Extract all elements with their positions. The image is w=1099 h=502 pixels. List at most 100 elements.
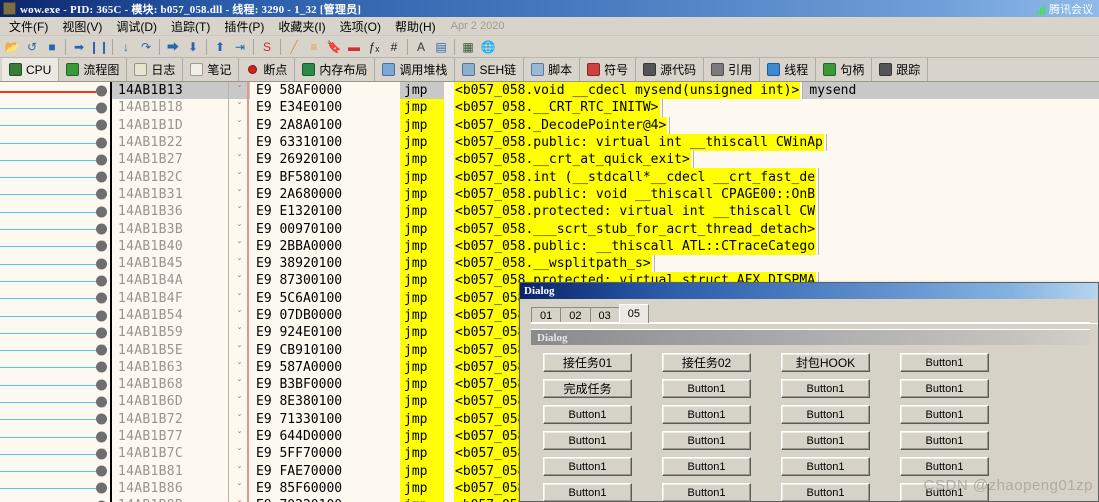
menu-plugins[interactable]: 插件(P) [217,17,271,36]
step-over-icon[interactable]: ↷ [136,37,156,57]
dialog-button-16[interactable]: Button1 [900,431,989,450]
breakpoint-dot-icon[interactable] [96,379,107,391]
breakpoint-dot-icon[interactable] [96,413,107,425]
patch-icon[interactable]: ╱ [284,37,304,57]
disasm-row[interactable]: 14AB1B31 ˇ E9 2A680000 jmp <b057_058.public:… [0,185,1099,204]
dialog-button-18[interactable]: Button1 [662,457,751,476]
breakpoint-dot-icon[interactable] [96,327,107,339]
dialog-button-22[interactable]: Button1 [662,483,751,501]
breakpoint-dot-icon[interactable] [96,171,107,183]
dialog-button-3[interactable]: 封包HOOK [781,353,870,372]
disasm-row[interactable]: 14AB1B45 ˇ E9 38920100 jmp <b057_058.__wspli… [0,254,1099,273]
dialog-button-14[interactable]: Button1 [662,431,751,450]
menu-help[interactable]: 帮助(H) [388,17,443,36]
dialog-tab-01[interactable]: 01 [531,307,562,323]
breakpoint-dot-icon[interactable] [96,431,107,443]
breakpoint-dot-icon[interactable] [96,102,107,114]
appearance-icon[interactable]: ▤ [431,37,451,57]
breakpoint-dot-icon[interactable] [96,344,107,356]
breakpoint-dot-icon[interactable] [96,361,107,373]
breakpoint-dot-icon[interactable] [96,310,107,321]
restart-icon[interactable]: ↺ [22,37,42,57]
breakpoint-dot-icon[interactable] [96,119,107,131]
breakpoint-dot-icon[interactable] [96,482,107,494]
dialog-window[interactable]: Dialog 01 02 03 05 Dialog 接任务01 接任务02 封包HOOK B… [519,282,1099,502]
tab-cpu[interactable]: CPU [2,58,60,81]
dialog-button-9[interactable]: Button1 [543,405,632,424]
scylla-icon[interactable]: S [257,37,277,57]
dialog-button-24[interactable]: Button1 [900,483,989,501]
dialog-button-1[interactable]: 接任务01 [543,353,632,372]
comment-icon[interactable]: ▬ [344,37,364,57]
tab-graph-tree[interactable]: 流程图 [59,58,128,81]
menu-favourites[interactable]: 收藏夹(I) [271,17,332,36]
dialog-button-19[interactable]: Button1 [781,457,870,476]
dialog-tab-03[interactable]: 03 [589,307,620,323]
meeting-indicator[interactable]: 腾讯会议 [1037,1,1093,17]
stop-icon[interactable]: ■ [42,37,62,57]
tab-source-code[interactable]: 源代码 [636,58,705,81]
menu-options[interactable]: 选项(O) [333,17,388,36]
log-stack-icon[interactable]: ≡ [304,37,324,57]
tab-breakpoint[interactable]: 断点 [239,58,296,81]
menu-file[interactable]: 文件(F) [2,17,55,36]
breakpoint-dot-icon[interactable] [96,223,107,235]
dialog-tab-05[interactable]: 05 [618,304,649,323]
dialog-button-15[interactable]: Button1 [781,431,870,450]
dialog-button-17[interactable]: Button1 [543,457,632,476]
open-folder-icon[interactable]: 📂 [2,37,22,57]
dialog-button-12[interactable]: Button1 [900,405,989,424]
dialog-button-21[interactable]: Button1 [543,483,632,501]
breakpoint-dot-icon[interactable] [96,292,107,304]
dialog-button-4[interactable]: Button1 [900,353,989,372]
tab-call-stack[interactable]: 调用堆栈 [375,58,456,81]
step-into-arrow-icon[interactable]: ⮕ [163,37,183,57]
disasm-row[interactable]: 14AB1B13 ˇ E9 58AF0000 jmp <b057_058.void __… [0,82,1099,100]
breakpoint-dot-icon[interactable] [96,465,107,477]
breakpoint-dot-icon[interactable] [96,275,107,287]
tab-log[interactable]: 日志 [127,58,184,81]
tab-threads[interactable]: 线程 [760,58,817,81]
breakpoint-dot-icon[interactable] [96,396,107,408]
execute-till-return-icon[interactable]: ⬆ [210,37,230,57]
menu-trace[interactable]: 追踪(T) [164,17,217,36]
step-into-icon[interactable]: ↓ [116,37,136,57]
dialog-button-2[interactable]: 接任务02 [662,353,751,372]
font-icon[interactable]: A [411,37,431,57]
breakpoint-dot-icon[interactable] [96,448,107,460]
math-icon[interactable]: ƒₓ [364,37,384,57]
pause-icon[interactable]: ❙❙ [89,37,109,57]
tab-memory-map[interactable]: 内存布局 [295,58,376,81]
tab-trace[interactable]: 跟踪 [872,58,929,81]
dialog-button-10[interactable]: Button1 [662,405,751,424]
calculator-icon[interactable]: ▦ [458,37,478,57]
breakpoint-dot-icon[interactable] [96,240,107,252]
breakpoint-dot-icon[interactable] [96,137,107,149]
dialog-button-7[interactable]: Button1 [781,379,870,398]
label-icon[interactable]: 🔖 [324,37,344,57]
attach-user-icon[interactable]: ⇥ [230,37,250,57]
breakpoint-dot-icon[interactable] [96,258,107,270]
tab-handles[interactable]: 句柄 [816,58,873,81]
tab-symbols[interactable]: 符号 [580,58,637,81]
breakpoint-dot-icon[interactable] [96,188,107,200]
disasm-row[interactable]: 14AB1B40 ˇ E9 2BBA0000 jmp <b057_058.public:… [0,237,1099,255]
step-out-arrow-icon[interactable]: ⬇ [183,37,203,57]
breakpoint-dot-icon[interactable] [96,206,107,218]
dialog-button-11[interactable]: Button1 [781,405,870,424]
disasm-row[interactable]: 14AB1B2C ˇ E9 BF580100 jmp <b057_058.int (__… [0,168,1099,186]
dialog-button-6[interactable]: Button1 [662,379,751,398]
dialog-button-13[interactable]: Button1 [543,431,632,450]
tab-script[interactable]: 脚本 [524,58,581,81]
run-icon[interactable]: ➡ [69,37,89,57]
dialog-button-8[interactable]: Button1 [900,379,989,398]
menu-view[interactable]: 视图(V) [55,17,109,36]
tab-references[interactable]: 引用 [704,58,761,81]
tab-seh-chain[interactable]: SEH链 [455,58,525,81]
tab-notes[interactable]: 笔记 [183,58,240,81]
disasm-row[interactable]: 14AB1B22 ˇ E9 63310100 jmp <b057_058.public:… [0,133,1099,152]
breakpoint-dot-icon[interactable] [96,85,107,97]
disasm-row[interactable]: 14AB1B1D ˇ E9 2A8A0100 jmp <b057_058._Decode… [0,116,1099,134]
disasm-row[interactable]: 14AB1B27 ˇ E9 26920100 jmp <b057_058.__crt_a… [0,151,1099,169]
globe-icon[interactable]: 🌐 [478,37,498,57]
